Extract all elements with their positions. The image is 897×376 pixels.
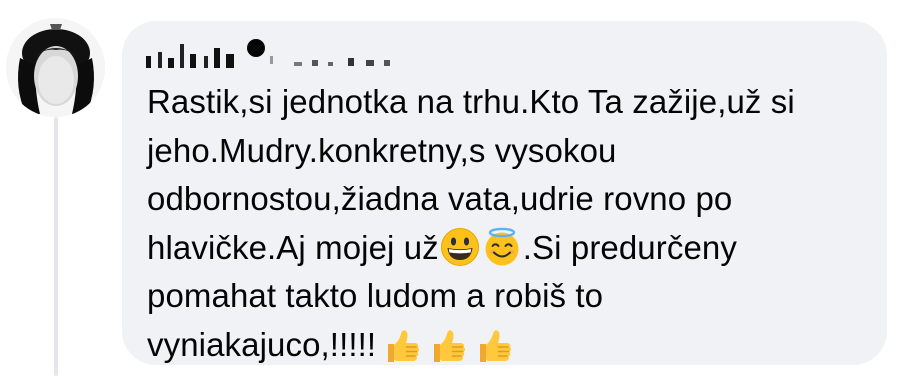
comment-line-5: pomahat takto ludom a robiš to [147, 277, 604, 314]
grinning-face-icon [440, 227, 480, 267]
comment-line-4: hlavičke.Aj mojej už .Si predurčeny [147, 224, 867, 273]
comment-thread: Rastik,si jednotka na trhu.Kto Ta zažije… [0, 0, 897, 376]
comment-line-4a: hlavičke.Aj mojej už [147, 228, 439, 266]
reply-thread-line [54, 117, 58, 376]
thumbs-up-icon [382, 326, 422, 366]
comment-line-1: Rastik,si jednotka na trhu.Kto Ta zažije… [147, 83, 795, 120]
comment-line-2: jeho.Mudry.konkretny,s vysokou [147, 131, 617, 169]
redacted-name-marks [146, 39, 390, 68]
profile-photo-icon [6, 18, 105, 117]
comment-text: Rastik,si jednotka na trhu.Kto Ta zažije… [147, 78, 867, 369]
comment-line-3: odbornostou,žiadna vata,udrie rovno po [147, 180, 733, 217]
thumbs-up-icon [428, 326, 468, 366]
comment-line-6-text: vyniakajuco,!!!!! [147, 325, 377, 363]
avatar[interactable] [6, 18, 105, 117]
comment-line-4b: .Si predurčeny [522, 228, 737, 266]
comment-line-6: vyniakajuco,!!!!! [147, 321, 867, 370]
smiling-face-with-halo-icon [482, 227, 522, 267]
author-name-redacted[interactable] [144, 30, 404, 70]
thumbs-up-icon [474, 326, 514, 366]
